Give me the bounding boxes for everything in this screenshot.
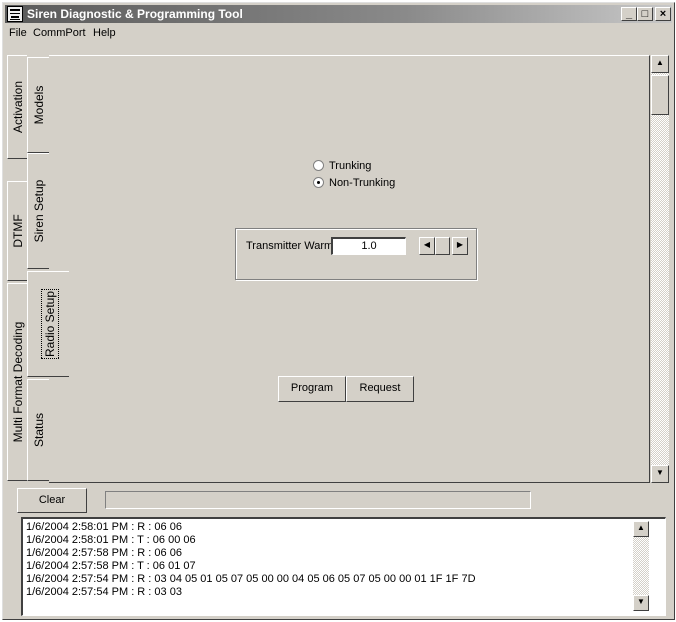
vertical-scroll-thumb[interactable] bbox=[651, 75, 669, 115]
menu-commport[interactable]: CommPort bbox=[33, 27, 86, 39]
tab-status[interactable]: Status bbox=[27, 379, 49, 481]
clear-button[interactable]: Clear bbox=[17, 488, 87, 513]
log-line: 1/6/2004 2:57:54 PM : R : 03 03 bbox=[26, 586, 182, 598]
app-window: Siren Diagnostic & Programming Tool _ □ … bbox=[2, 2, 675, 620]
request-button[interactable]: Request bbox=[346, 376, 414, 402]
communication-log[interactable]: 1/6/2004 2:58:01 PM : R : 06 06 1/6/2004… bbox=[21, 517, 666, 616]
log-line: 1/6/2004 2:57:58 PM : R : 06 06 bbox=[26, 547, 182, 559]
main-vertical-scrollbar[interactable] bbox=[651, 55, 669, 483]
window-title: Siren Diagnostic & Programming Tool bbox=[27, 7, 243, 21]
log-arrow-down-icon[interactable]: ▼ bbox=[633, 595, 649, 611]
menu-bar: File CommPort Help bbox=[5, 24, 672, 42]
tab-siren-setup[interactable]: Siren Setup bbox=[27, 153, 49, 269]
tab-status-label: Status bbox=[31, 412, 46, 448]
tab-siren-setup-label: Siren Setup bbox=[31, 179, 46, 243]
transmitter-warmup-group: Transmitter Warmup : 1.0 ◀ ▶ bbox=[235, 228, 477, 280]
program-button[interactable]: Program bbox=[278, 376, 346, 402]
log-line: 1/6/2004 2:57:54 PM : R : 03 04 05 01 05… bbox=[26, 573, 476, 585]
radio-non-trunking-label: Non-Trunking bbox=[329, 177, 396, 189]
tab-models-label: Models bbox=[31, 85, 46, 125]
log-line: 1/6/2004 2:58:01 PM : R : 06 06 bbox=[26, 521, 182, 533]
arrow-down-icon[interactable]: ▼ bbox=[651, 465, 669, 483]
menu-file[interactable]: File bbox=[9, 27, 27, 39]
arrow-up-icon[interactable]: ▲ bbox=[651, 55, 669, 73]
log-arrow-up-icon[interactable]: ▲ bbox=[633, 521, 649, 537]
radio-trunking[interactable]: Trunking bbox=[313, 160, 371, 172]
log-line: 1/6/2004 2:58:01 PM : T : 06 00 06 bbox=[26, 534, 196, 546]
progress-bar bbox=[105, 491, 531, 509]
menu-help[interactable]: Help bbox=[93, 27, 116, 39]
log-line: 1/6/2004 2:57:58 PM : T : 06 01 07 bbox=[26, 560, 196, 572]
radio-selected-icon[interactable] bbox=[313, 177, 324, 188]
tab-activation[interactable]: Activation bbox=[7, 55, 27, 159]
minimize-button[interactable]: _ bbox=[621, 7, 637, 21]
close-button[interactable]: × bbox=[655, 7, 671, 21]
tab-dtmf[interactable]: DTMF bbox=[7, 181, 27, 281]
radio-circle-icon[interactable] bbox=[313, 160, 324, 171]
transmitter-warmup-field[interactable]: 1.0 bbox=[331, 237, 406, 255]
tab-activation-label: Activation bbox=[10, 80, 25, 134]
radio-non-trunking[interactable]: Non-Trunking bbox=[313, 177, 395, 189]
tab-dtmf-label: DTMF bbox=[10, 214, 25, 248]
scroll-thumb[interactable] bbox=[435, 237, 450, 255]
title-bar[interactable]: Siren Diagnostic & Programming Tool _ □ … bbox=[5, 5, 672, 23]
siren-app-icon[interactable] bbox=[7, 6, 23, 22]
transmitter-warmup-scrollbar[interactable]: ◀ ▶ bbox=[419, 237, 469, 255]
tab-models[interactable]: Models bbox=[27, 57, 49, 153]
tab-multi-format-decoding-label: Multi Format Decoding bbox=[10, 321, 25, 443]
arrow-left-icon[interactable]: ◀ bbox=[419, 237, 435, 255]
maximize-button[interactable]: □ bbox=[637, 7, 653, 21]
tab-multi-format-decoding[interactable]: Multi Format Decoding bbox=[7, 283, 27, 481]
radio-trunking-label: Trunking bbox=[329, 160, 372, 172]
arrow-right-icon[interactable]: ▶ bbox=[452, 237, 468, 255]
